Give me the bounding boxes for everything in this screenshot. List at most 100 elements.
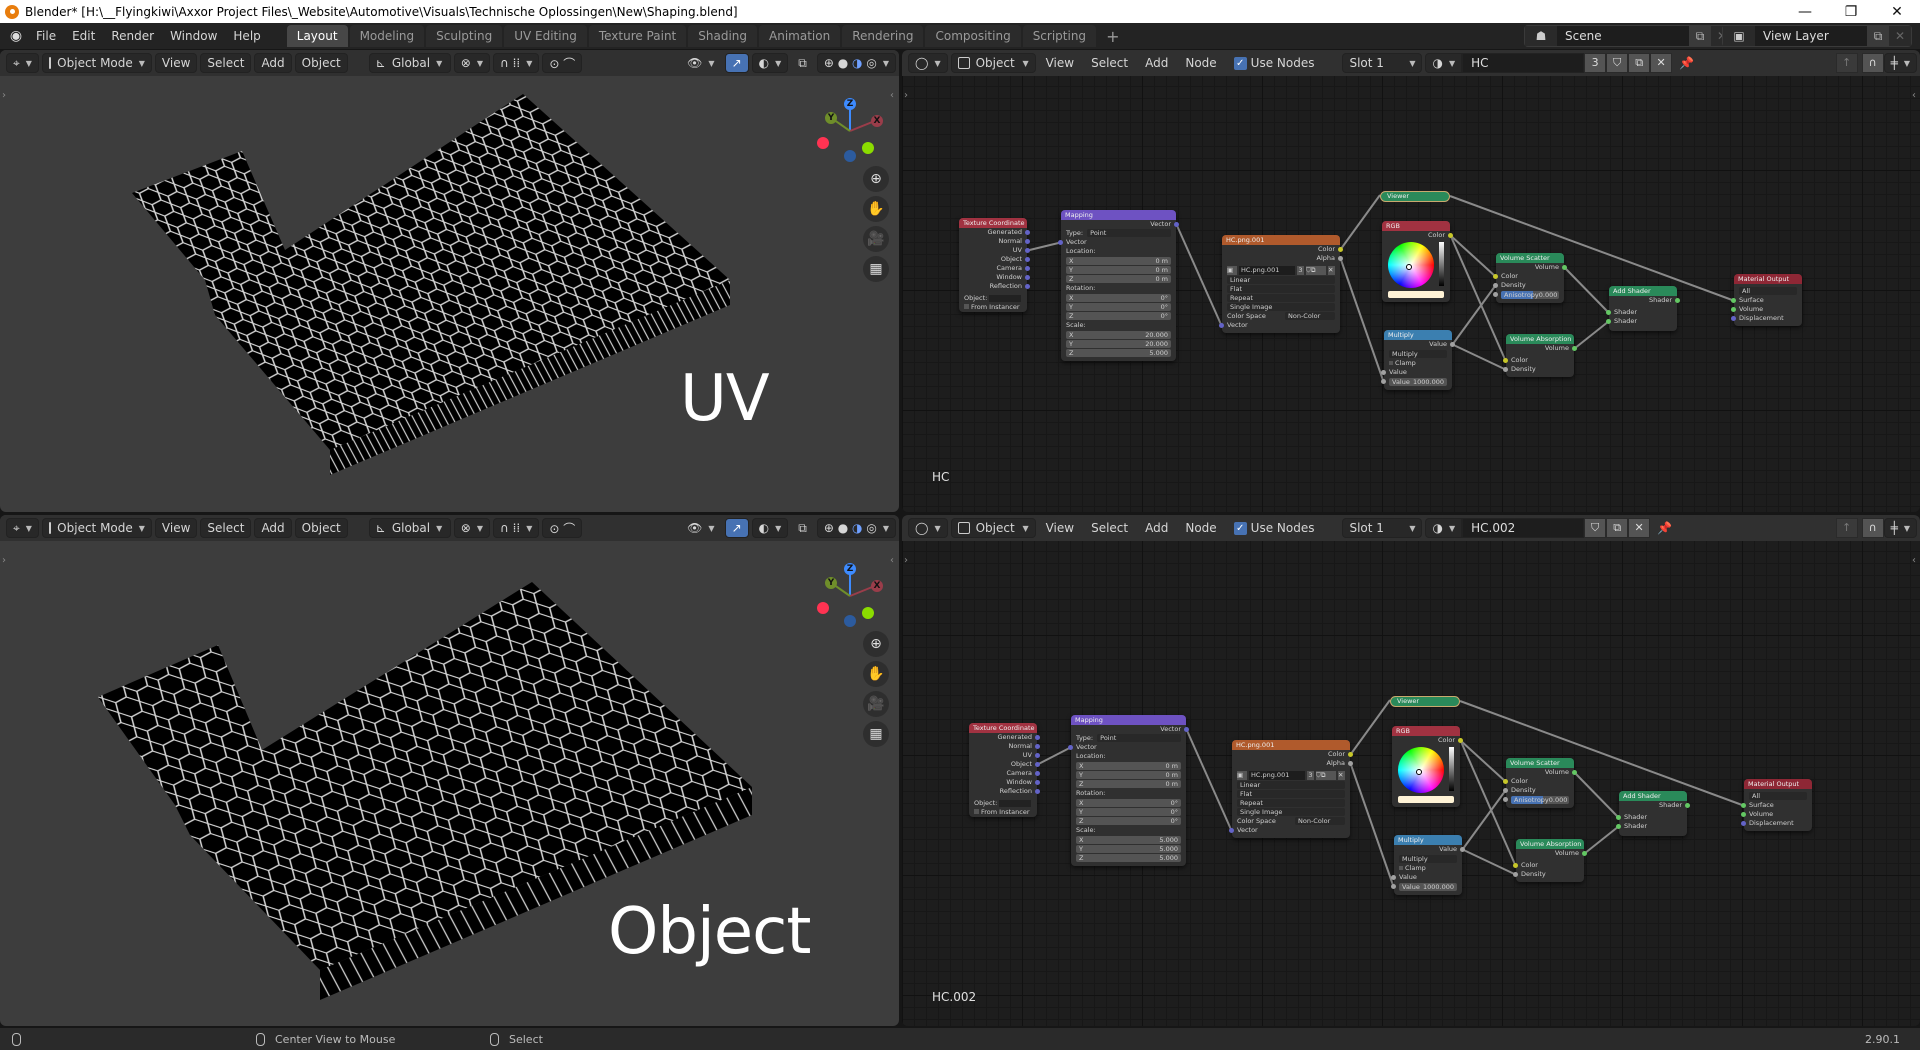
tab-rendering[interactable]: Rendering [842,25,924,47]
volume-output-socket[interactable] [1562,265,1567,270]
view-layer-icon[interactable]: ▣ [1723,26,1755,46]
pan-hand-icon[interactable]: ✋ [863,661,889,687]
node-viewer[interactable]: Viewer [1380,191,1450,202]
node-mapping[interactable]: Mapping Vector Type: Point Vector Locatio… [1058,210,1179,361]
node-multiply[interactable]: Multiply Value Multiply Clamp Value Valu… [1391,835,1465,895]
scale-x[interactable]: X 20.000 [1066,331,1171,339]
sidebar-expand-arrow[interactable]: ‹ [1912,90,1916,101]
operation-dropdown[interactable]: Multiply [1399,855,1457,863]
gizmo-neg-x[interactable] [817,137,829,149]
snap-element-dropdown[interactable]: ╪ ▼ [1883,518,1917,538]
node-header[interactable]: Add Shader [1609,286,1677,296]
color-wheel-cursor[interactable] [1406,264,1412,270]
node-material-output[interactable]: Material Output All Surface Volume Displ… [1741,779,1812,831]
node-header[interactable]: HC.png.001 [1222,235,1340,245]
color-input-socket[interactable] [1503,358,1508,363]
surface-input-socket[interactable] [1731,298,1736,303]
minimize-button[interactable]: — [1782,0,1828,23]
duplicate-material-icon[interactable]: ⧉ [1628,53,1651,73]
menu-view[interactable]: View [1039,53,1081,73]
node-volume-absorption[interactable]: Volume Absorption Volume Color Density [1513,839,1587,882]
value-slider[interactable] [1439,242,1444,286]
interpolation-dropdown[interactable]: Linear [1237,781,1345,789]
image-browse-icon[interactable]: ▣ [1227,266,1237,275]
use-nodes-checkbox[interactable]: ✓ Use Nodes [1227,518,1322,538]
unlink-material-icon[interactable]: ✕ [1628,518,1651,538]
density-input-socket[interactable] [1503,367,1508,372]
node-viewer[interactable]: Viewer [1390,696,1460,707]
node-rgb[interactable]: RGB Color [1392,726,1463,807]
use-nodes-checkbox[interactable]: ✓ Use Nodes [1227,53,1322,73]
material-browse-button[interactable]: ◑ ▼ [1425,518,1463,538]
node-link[interactable] [1563,266,1610,314]
gizmo-z-axis[interactable]: Z [844,563,856,575]
editor-type-button[interactable]: ◯ ▼ [908,53,948,73]
node-volume-scatter[interactable]: Volume Scatter Volume Color Density Anis… [1503,758,1577,808]
node-link[interactable] [1185,729,1233,831]
pin-icon[interactable]: 📌 [1672,53,1701,73]
output-socket[interactable] [1035,744,1040,749]
tab-scripting[interactable]: Scripting [1022,25,1097,47]
output-socket[interactable] [1025,239,1030,244]
new-view-layer-icon[interactable]: ⧉ [1867,26,1889,46]
node-header[interactable]: Material Output [1744,779,1812,789]
node-link[interactable] [1175,224,1223,326]
source-dropdown[interactable]: Single Image [1237,808,1345,816]
target-dropdown[interactable]: All [1749,792,1807,800]
close-button[interactable]: ✕ [1874,0,1920,23]
zoom-icon[interactable]: ⊕ [863,166,889,192]
alpha-output-socket[interactable] [1348,761,1353,766]
volume-output-socket[interactable] [1572,770,1577,775]
image-name-field[interactable]: HC.png.001 [1239,266,1295,275]
navigation-gizmo[interactable]: Z X Y [815,90,895,170]
parent-node-tree-icon[interactable]: ↑ [1835,53,1858,73]
node-link[interactable] [1452,343,1506,371]
camera-icon[interactable]: 🎥 [863,226,889,252]
image-users-count[interactable]: 3 [1307,771,1314,780]
location-z[interactable]: Z0 m [1076,780,1181,788]
value-input-socket[interactable] [1381,370,1386,375]
shader2-input-socket[interactable] [1606,319,1611,324]
value-field[interactable]: Value 1000.000 [1391,883,1457,891]
image-actions-icons[interactable]: ⛉⧉ [1316,771,1336,780]
node-volume-absorption[interactable]: Volume Absorption Volume Color Density [1503,334,1577,377]
node-add-shader[interactable]: Add Shader Shader Shader Shader [1616,791,1690,836]
material-name[interactable]: HC.002 [1471,521,1515,535]
menu-help[interactable]: Help [225,25,268,47]
delete-view-layer-icon[interactable]: ✕ [1889,26,1911,46]
gizmo-y-axis[interactable]: Y [825,577,837,589]
menu-edit[interactable]: Edit [64,25,103,47]
image-unlink-icon[interactable]: ✕ [1338,771,1345,780]
density-input-socket[interactable] [1493,283,1498,288]
from-instancer-checkbox[interactable] [974,809,979,814]
shader2-input-socket[interactable] [1616,824,1621,829]
image-users-count[interactable]: 3 [1297,266,1304,275]
node-link[interactable] [1461,789,1507,851]
node-image-texture[interactable]: HC.png.001 Color Alpha ▣ HC.png.001 3 ⛉⧉ ✕ L… [1229,740,1353,838]
gizmo-neg-y[interactable] [862,607,874,619]
image-actions-icons[interactable]: ⛉⧉ [1306,266,1326,275]
vector-input-socket[interactable] [1219,323,1224,328]
color-wheel-cursor[interactable] [1416,769,1422,775]
node-link[interactable] [1349,763,1395,887]
tab-uv-editing[interactable]: UV Editing [504,25,587,47]
node-header[interactable]: Add Shader [1619,791,1687,801]
color-wheel-area[interactable] [1382,240,1450,288]
object-picker-field[interactable] [999,799,1032,807]
clamp-checkbox[interactable] [1389,361,1393,365]
gizmo-x-axis[interactable]: X [871,580,883,592]
viewport-uv[interactable]: ⌖ ▼ Object Mode ▼ View Select Add Object ⊾… [0,50,899,512]
gizmo-y-axis[interactable]: Y [825,112,837,124]
node-header[interactable]: Mapping [1071,715,1186,725]
from-instancer-checkbox[interactable] [964,304,969,309]
output-socket[interactable] [1025,257,1030,262]
rotation-y[interactable]: Y 0° [1076,808,1181,816]
maximize-button[interactable]: ❐ [1828,0,1874,23]
output-socket[interactable] [1035,780,1040,785]
add-workspace-button[interactable]: + [1098,27,1127,46]
color-space-dropdown[interactable]: Non-Color [1285,312,1335,320]
zoom-icon[interactable]: ⊕ [863,631,889,657]
node-header[interactable]: Texture Coordinate [969,723,1037,733]
rotation-y[interactable]: Y 0° [1066,303,1171,311]
rotation-x[interactable]: X 0° [1066,294,1171,302]
